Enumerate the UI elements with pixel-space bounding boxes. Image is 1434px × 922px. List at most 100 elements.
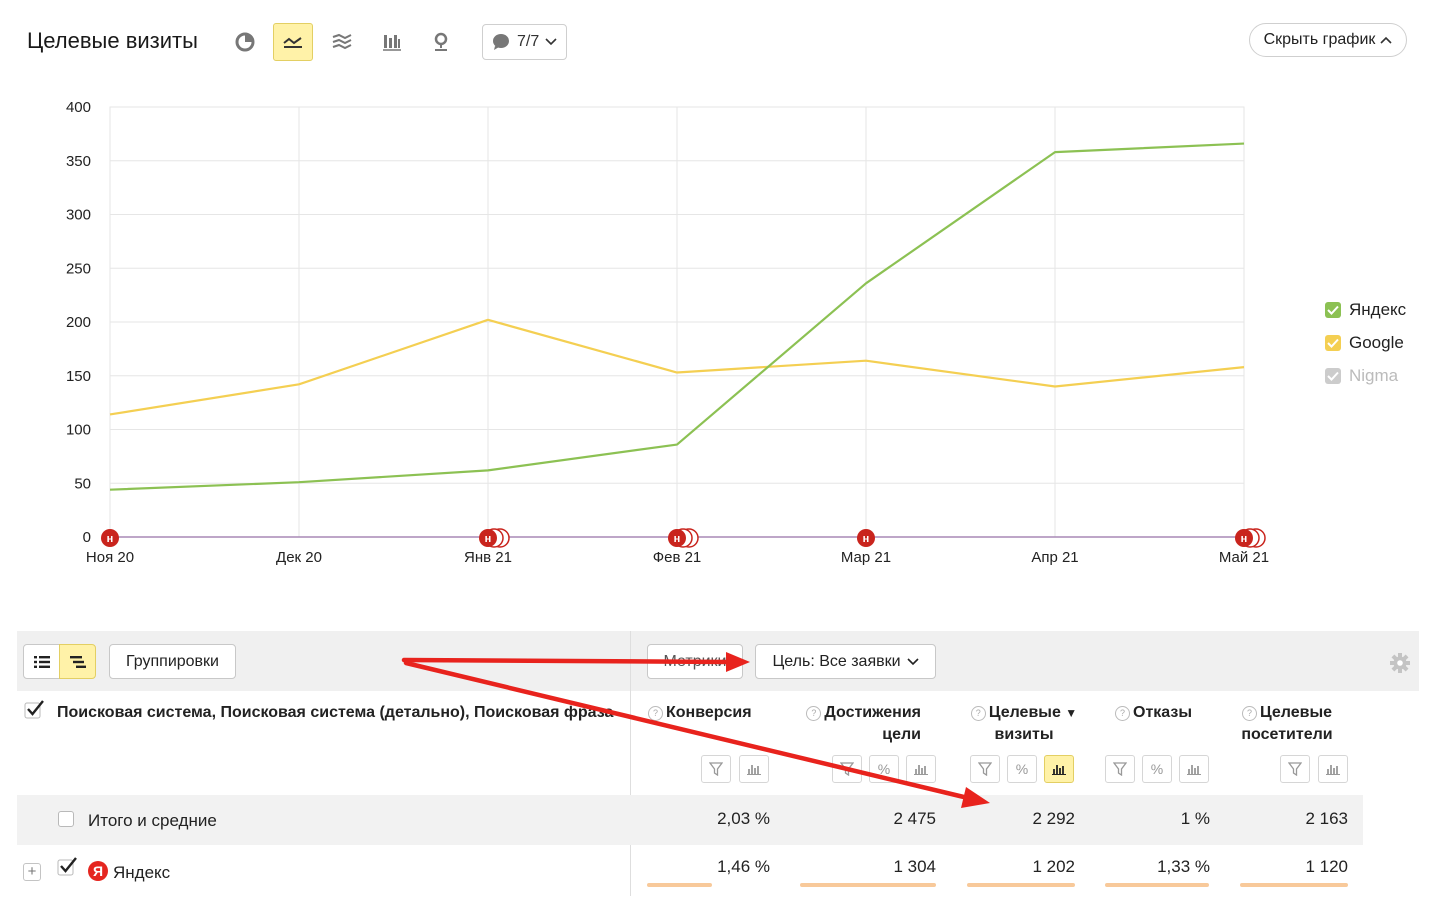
checkmark-icon [24, 700, 44, 719]
percent-icon: % [877, 761, 891, 777]
expand-row-button[interactable]: + [23, 863, 41, 881]
chart-toggle-button[interactable] [1318, 755, 1348, 783]
column-divider [630, 631, 631, 896]
column-header-bounces[interactable]: ? Отказы [1115, 702, 1192, 724]
goal-select[interactable]: Цель: Все заявки [755, 644, 936, 679]
x-tick-label: Апр 21 [1031, 549, 1078, 566]
column-header-goal-visitors[interactable]: ? Целевые посетители [1239, 702, 1335, 746]
bar-chart-icon [1052, 765, 1066, 775]
legend-item-google[interactable]: Google [1325, 326, 1406, 359]
tree-view-button[interactable] [59, 644, 96, 679]
goal-select-label: Цель: Все заявки [772, 652, 901, 670]
comment-icon [493, 34, 509, 50]
legend-item-yandex[interactable]: Яндекс [1325, 293, 1406, 326]
help-icon[interactable]: ? [970, 706, 986, 721]
map-marker-icon [434, 32, 448, 51]
totals-goal-visitors: 2 163 [1305, 809, 1348, 828]
notes-filter-button[interactable]: 7/7 [482, 24, 567, 60]
percent-button[interactable]: % [1142, 755, 1172, 783]
help-icon[interactable]: ? [1115, 706, 1130, 721]
chart-legend: Яндекс Google Nigma [1325, 293, 1406, 392]
hide-chart-button[interactable]: Скрыть график [1249, 23, 1407, 57]
chevron-down-icon [906, 657, 919, 665]
area-chart-button[interactable] [322, 23, 362, 61]
column-header-conversion[interactable]: ? Конверсия [648, 702, 752, 724]
bar-chart-button[interactable] [372, 23, 412, 61]
x-tick-label: Май 21 [1219, 549, 1269, 566]
y-tick-label: 400 [66, 99, 91, 116]
sort-desc-icon: ▼ [1065, 706, 1078, 720]
column-header-goal-visits[interactable]: ? Целевые ▼ визиты [969, 702, 1079, 746]
area-chart-icon [332, 33, 352, 50]
tree-list-icon [69, 655, 86, 668]
note-marker-label: н [1241, 533, 1248, 545]
flat-view-button[interactable] [23, 644, 60, 679]
metrics-button[interactable]: Метрики [647, 644, 743, 679]
y-tick-label: 200 [66, 314, 91, 331]
legend-label: Google [1349, 332, 1404, 352]
chevron-down-icon [545, 38, 557, 46]
line-chart: 0 50 100 150 200 250 300 350 400 Ноя 20 Дек 20 Янв … [66, 99, 1269, 566]
chart-toggle-button[interactable] [1179, 755, 1209, 783]
legend-label: Яндекс [1349, 299, 1407, 319]
legend-item-nigma[interactable]: Nigma [1325, 359, 1406, 392]
help-icon[interactable]: ? [648, 706, 663, 721]
y-tick-label: 100 [66, 422, 91, 439]
dimensions-header[interactable]: Поисковая система, Поисковая система (де… [57, 704, 617, 722]
notes-count: 7/7 [517, 33, 540, 50]
percent-button[interactable]: % [1007, 755, 1037, 783]
hide-chart-label: Скрыть график [1263, 31, 1376, 48]
x-tick-label: Дек 20 [276, 549, 322, 566]
y-tick-label: 150 [66, 368, 91, 385]
row-goal-reaches: 1 304 [893, 857, 936, 876]
x-tick-label: Фев 21 [653, 549, 702, 566]
settings-button[interactable] [1389, 652, 1411, 679]
totals-checkbox[interactable] [58, 811, 74, 827]
bar-chart-icon [914, 765, 928, 775]
pie-chart-button[interactable] [225, 23, 265, 61]
percent-button[interactable]: % [869, 755, 899, 783]
row-bounces: 1,33 % [1157, 857, 1210, 876]
value-bar [1240, 883, 1348, 887]
x-tick-label: Ноя 20 [86, 549, 134, 566]
filter-button[interactable] [1105, 755, 1135, 783]
filter-button[interactable] [970, 755, 1000, 783]
bar-chart-icon [1326, 765, 1340, 775]
y-tick-label: 350 [66, 153, 91, 170]
page-title: Целевые визиты [27, 28, 198, 53]
y-tick-label: 250 [66, 260, 91, 277]
filter-icon [1113, 762, 1127, 776]
row-goal-visits: 1 202 [1032, 857, 1075, 876]
chevron-up-icon [1380, 36, 1392, 44]
y-tick-label: 0 [83, 529, 91, 546]
x-tick-label: Янв 21 [464, 549, 512, 566]
column-header-goal-reaches[interactable]: ? Достижения цели [802, 702, 921, 746]
totals-goal-reaches: 2 475 [893, 809, 936, 828]
help-icon[interactable]: ? [1241, 706, 1257, 721]
select-all-checkbox[interactable] [24, 698, 46, 725]
note-marker-label: н [863, 533, 870, 545]
legend-label: Nigma [1349, 365, 1399, 385]
percent-icon: % [1015, 761, 1029, 777]
filter-button[interactable] [701, 755, 731, 783]
chart-toggle-button[interactable] [1044, 755, 1074, 783]
filter-icon [978, 762, 992, 776]
row-label[interactable]: Яндекс [113, 863, 170, 883]
help-icon[interactable]: ? [806, 706, 822, 721]
chart-toggle-button[interactable] [906, 755, 936, 783]
legend-checkbox-icon[interactable] [1325, 301, 1341, 318]
legend-checkbox-icon[interactable] [1325, 367, 1341, 384]
map-button[interactable] [421, 23, 461, 61]
bar-chart-icon [747, 765, 761, 775]
row-checkbox[interactable] [57, 855, 79, 882]
legend-checkbox-icon[interactable] [1325, 334, 1341, 351]
note-marker-label: н [674, 533, 681, 545]
totals-conversion: 2,03 % [717, 809, 770, 828]
value-bar [1105, 883, 1209, 887]
line-chart-button[interactable] [273, 23, 313, 61]
chart-toggle-button[interactable] [739, 755, 769, 783]
checkmark-icon [57, 857, 77, 876]
filter-button[interactable] [1280, 755, 1310, 783]
filter-button[interactable] [832, 755, 862, 783]
groupings-button[interactable]: Группировки [109, 644, 236, 679]
